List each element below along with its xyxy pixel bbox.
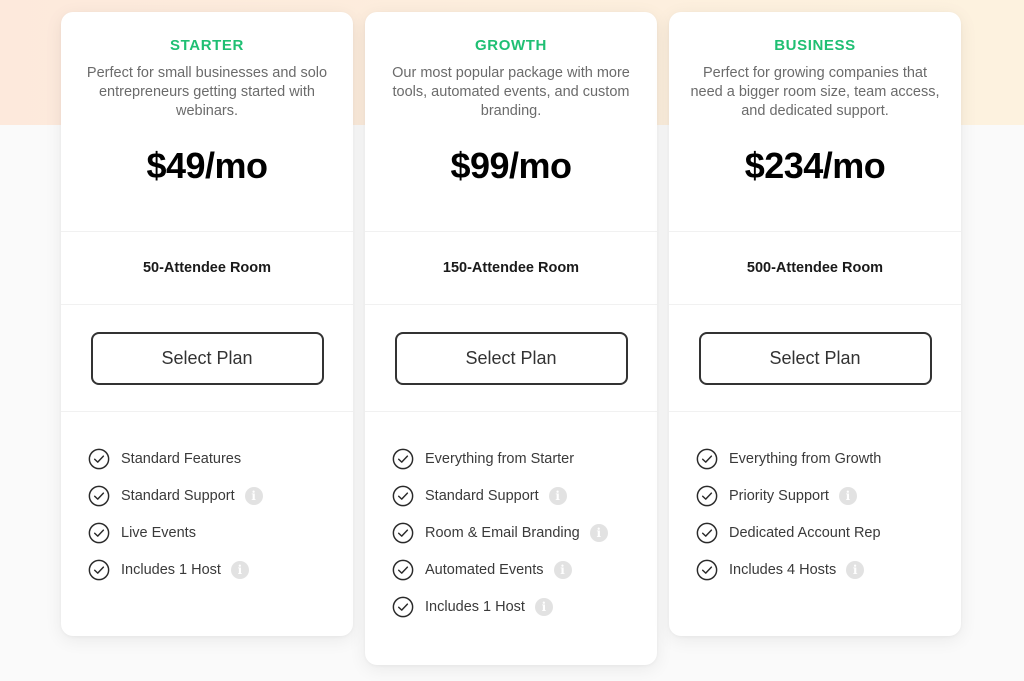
feature-item: Standard Support i [88, 477, 353, 514]
feature-label: Standard Features [121, 450, 242, 467]
feature-item: Automated Events i [392, 551, 657, 588]
info-icon[interactable]: i [838, 486, 857, 505]
plan-card-growth: GROWTH Our most popular package with mor… [365, 12, 657, 665]
room-size-label: 150-Attendee Room [442, 260, 580, 276]
plan-header: STARTER Perfect for small businesses and… [61, 12, 353, 232]
feature-label: Includes 4 Hosts [729, 561, 837, 578]
feature-label: Standard Support [425, 487, 539, 504]
feature-item: Room & Email Branding i [392, 514, 657, 551]
feature-item: Priority Support i [696, 477, 961, 514]
check-circle-icon [88, 559, 110, 581]
check-circle-icon [696, 485, 718, 507]
feature-label: Includes 1 Host [425, 598, 525, 615]
info-icon[interactable]: i [846, 560, 865, 579]
feature-list: Standard Features Standard Support i Live E… [61, 412, 353, 588]
room-size-label: 50-Attendee Room [142, 260, 272, 276]
plan-price: $234/mo [744, 145, 886, 186]
check-circle-icon [696, 522, 718, 544]
feature-item: Standard Support i [392, 477, 657, 514]
info-icon[interactable]: i [244, 486, 263, 505]
info-icon[interactable]: i [534, 597, 553, 616]
check-circle-icon [392, 596, 414, 618]
plan-cta-section: Select Plan [365, 305, 657, 412]
feature-label: Includes 1 Host [121, 561, 221, 578]
plan-header: BUSINESS Perfect for growing companies t… [669, 12, 961, 232]
feature-label: Everything from Starter [425, 450, 575, 467]
plan-price: $49/mo [146, 145, 268, 186]
info-icon[interactable]: i [589, 523, 608, 542]
plan-description: Perfect for small businesses and solo en… [86, 65, 328, 119]
info-icon[interactable]: i [230, 560, 249, 579]
plan-card-starter: STARTER Perfect for small businesses and… [61, 12, 353, 636]
plan-header: GROWTH Our most popular package with mor… [365, 12, 657, 232]
plan-room-size: 500-Attendee Room [669, 232, 961, 305]
plan-price: $99/mo [450, 145, 572, 186]
check-circle-icon [392, 448, 414, 470]
plan-card-business: BUSINESS Perfect for growing companies t… [669, 12, 961, 636]
check-circle-icon [88, 485, 110, 507]
check-circle-icon [88, 448, 110, 470]
check-circle-icon [696, 448, 718, 470]
plan-cta-section: Select Plan [669, 305, 961, 412]
plan-tier-label: STARTER [170, 37, 244, 54]
check-circle-icon [392, 485, 414, 507]
feature-label: Automated Events [425, 561, 544, 578]
plan-room-size: 50-Attendee Room [61, 232, 353, 305]
feature-item: Includes 1 Host i [88, 551, 353, 588]
plan-description: Perfect for growing companies that need … [690, 65, 940, 119]
plan-cta-section: Select Plan [61, 305, 353, 412]
feature-label: Standard Support [121, 487, 235, 504]
info-icon[interactable]: i [548, 486, 567, 505]
plan-room-size: 150-Attendee Room [365, 232, 657, 305]
room-size-label: 500-Attendee Room [746, 260, 884, 276]
feature-item: Live Events [88, 514, 353, 551]
info-icon[interactable]: i [553, 560, 572, 579]
feature-item: Everything from Growth [696, 440, 961, 477]
plan-tier-label: BUSINESS [774, 37, 856, 54]
feature-list: Everything from Growth Priority Support i D… [669, 412, 961, 588]
select-plan-button-business[interactable]: Select Plan [698, 331, 932, 385]
feature-label: Everything from Growth [729, 450, 882, 467]
feature-label: Dedicated Account Rep [729, 524, 881, 541]
check-circle-icon [88, 522, 110, 544]
feature-item: Dedicated Account Rep [696, 514, 961, 551]
plan-description: Our most popular package with more tools… [392, 65, 630, 119]
plan-tier-label: GROWTH [475, 37, 547, 54]
feature-item: Includes 4 Hosts i [696, 551, 961, 588]
select-plan-button-starter[interactable]: Select Plan [90, 331, 324, 385]
check-circle-icon [392, 522, 414, 544]
check-circle-icon [696, 559, 718, 581]
feature-label: Room & Email Branding [425, 524, 580, 541]
feature-label: Priority Support [729, 487, 829, 504]
feature-item: Includes 1 Host i [392, 588, 657, 625]
feature-list: Everything from Starter Standard Support i… [365, 412, 657, 625]
check-circle-icon [392, 559, 414, 581]
select-plan-button-growth[interactable]: Select Plan [394, 331, 628, 385]
feature-item: Everything from Starter [392, 440, 657, 477]
feature-item: Standard Features [88, 440, 353, 477]
feature-label: Live Events [121, 524, 196, 541]
